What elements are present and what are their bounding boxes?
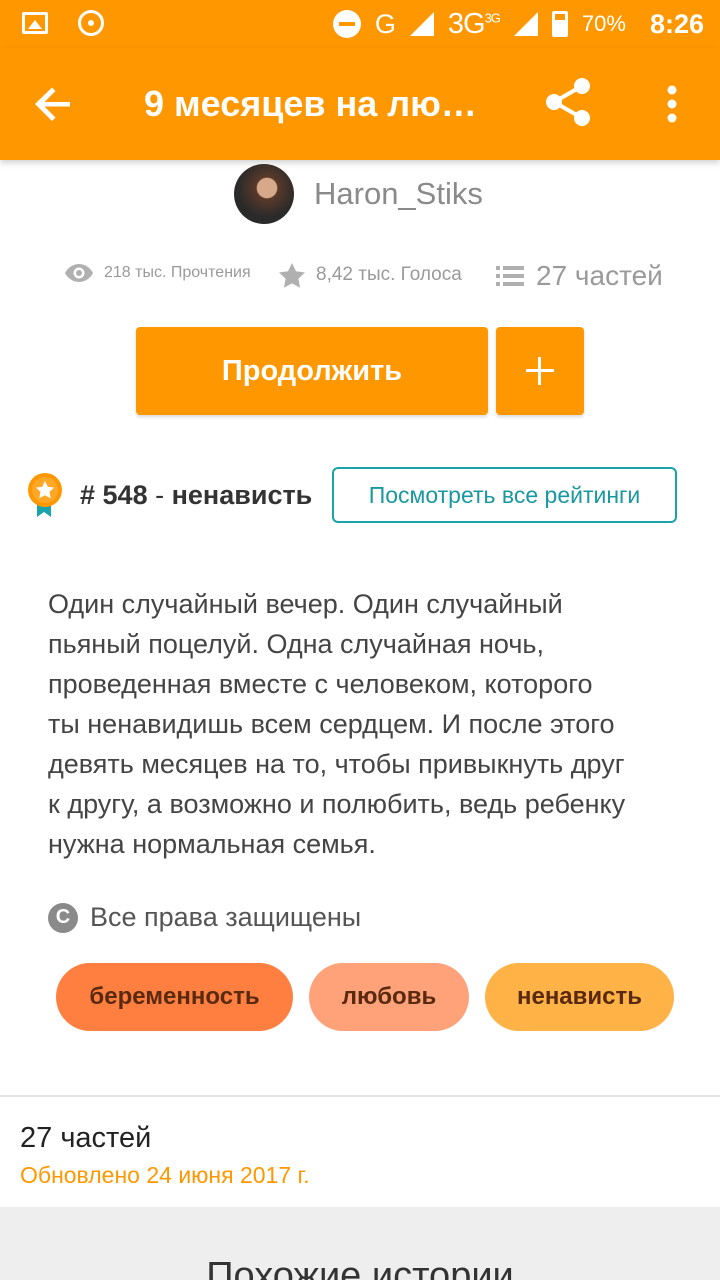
- share-icon: [546, 78, 590, 126]
- updated-date: Обновлено 24 июня 2017 г.: [20, 1162, 310, 1188]
- star-icon: [279, 263, 305, 288]
- similar-stories-title: Похожие истории: [206, 1255, 514, 1280]
- back-button[interactable]: [30, 80, 78, 128]
- section-divider: [0, 1095, 720, 1097]
- clock: 8:26: [649, 8, 704, 39]
- parts-stat: 27 частей: [496, 260, 663, 292]
- gallery-icon: [22, 12, 48, 34]
- ranking-medal-icon: [28, 473, 62, 517]
- copyright-text: Все права защищены: [90, 902, 362, 932]
- network-3g-label: 3G3G: [447, 7, 501, 40]
- author-avatar[interactable]: [234, 164, 294, 224]
- author-row[interactable]: Haron_Stiks: [234, 164, 483, 224]
- more-vertical-icon: [667, 85, 677, 123]
- list-icon: [496, 266, 524, 286]
- reads-stat: 218 тыс. Прочтения: [64, 262, 251, 284]
- share-button[interactable]: [540, 74, 596, 130]
- tag-chip-love[interactable]: любовь: [309, 963, 469, 1031]
- signal-icon-2: [513, 12, 538, 36]
- ranking-number: 548: [102, 480, 148, 510]
- ranking-tag: ненависть: [171, 480, 313, 510]
- votes-stat: 8,42 тыс. Голоса: [278, 262, 462, 288]
- ranking-label: # 548 - ненависть: [80, 480, 313, 510]
- do-not-disturb-icon: [332, 10, 361, 38]
- status-indicators: G 3G3G 70% 8:26: [332, 0, 704, 48]
- battery-percent: 70%: [581, 11, 626, 36]
- reads-count: 218 тыс. Прочтения: [104, 264, 251, 281]
- signal-icon: [409, 12, 434, 36]
- similar-stories-section: Похожие истории: [0, 1207, 720, 1280]
- app-bar: 9 месяцев на лю…: [0, 48, 720, 160]
- author-name[interactable]: Haron_Stiks: [314, 176, 483, 212]
- copyright-icon: C: [48, 902, 78, 933]
- story-stats: 218 тыс. Прочтения 8,42 тыс. Голоса 27 ч…: [64, 260, 664, 300]
- add-to-library-button[interactable]: [496, 327, 584, 415]
- tag-chip-pregnancy[interactable]: беременность: [56, 963, 293, 1031]
- arrow-left-icon: [35, 87, 70, 121]
- parts-section-title[interactable]: 27 частей: [20, 1122, 151, 1155]
- story-title: 9 месяцев на лю…: [144, 83, 477, 124]
- eye-icon: [65, 264, 93, 282]
- copyright-row: C Все права защищены: [48, 902, 361, 933]
- status-bar: G 3G3G 70% 8:26: [0, 0, 720, 48]
- battery-icon: [551, 11, 568, 37]
- status-notifications: [22, 10, 104, 36]
- music-disc-icon: [78, 10, 104, 36]
- continue-reading-button[interactable]: Продолжить: [136, 327, 488, 415]
- story-description: Один случайный вечер. Один случайный пья…: [48, 589, 626, 859]
- tag-chip-hate[interactable]: ненависть: [485, 963, 674, 1031]
- votes-count: 8,42 тыс. Голоса: [316, 264, 462, 285]
- view-all-rankings-button[interactable]: Посмотреть все рейтинги: [332, 467, 677, 523]
- network-type-label: G: [374, 8, 396, 39]
- overflow-menu-button[interactable]: [652, 80, 692, 128]
- parts-count: 27 частей: [536, 260, 663, 291]
